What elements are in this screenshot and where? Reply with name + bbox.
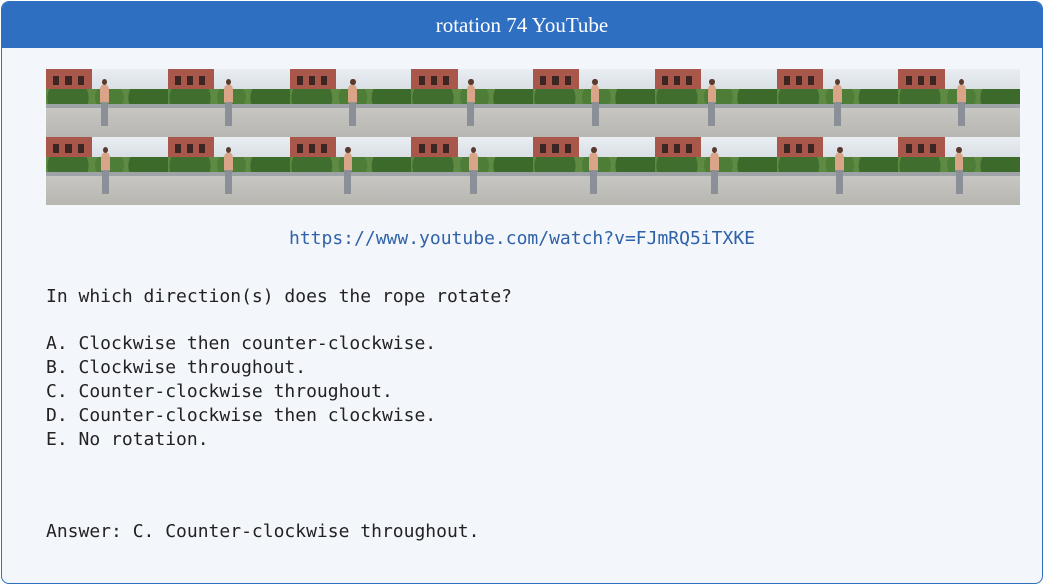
person-figure <box>100 146 111 195</box>
video-frame-strip <box>46 69 1020 205</box>
video-frame-thumbnail <box>898 69 1020 137</box>
person-figure <box>465 78 476 127</box>
video-frame-thumbnail <box>411 137 533 205</box>
video-frame-thumbnail <box>898 137 1020 205</box>
question-card: rotation 74 YouTube https://www.youtube.… <box>1 1 1043 584</box>
person-figure <box>706 78 717 127</box>
person-figure <box>342 146 353 195</box>
card-header: rotation 74 YouTube <box>2 2 1042 48</box>
option-a: A. Clockwise then counter-clockwise. <box>46 333 437 354</box>
question-text: In which direction(s) does the rope rota… <box>46 286 512 307</box>
person-figure <box>468 146 479 195</box>
person-figure <box>347 78 358 127</box>
video-frame-thumbnail <box>654 69 777 137</box>
video-frame-thumbnail <box>533 69 655 137</box>
option-b: B. Clockwise throughout. <box>46 357 307 378</box>
video-frame-thumbnail <box>654 137 777 205</box>
video-frame-thumbnail <box>167 137 290 205</box>
person-figure <box>709 146 720 195</box>
person-figure <box>954 146 965 195</box>
person-figure <box>590 78 601 127</box>
card-body: https://www.youtube.com/watch?v=FJmRQ5iT… <box>2 48 1042 583</box>
video-link[interactable]: https://www.youtube.com/watch?v=FJmRQ5iT… <box>2 228 1042 249</box>
person-figure <box>834 146 845 195</box>
video-frame-thumbnail <box>411 69 533 137</box>
option-e: E. No rotation. <box>46 429 209 450</box>
card-title: rotation 74 YouTube <box>435 12 609 37</box>
option-c: C. Counter-clockwise throughout. <box>46 381 393 402</box>
person-figure <box>223 146 234 195</box>
option-d: D. Counter-clockwise then clockwise. <box>46 405 437 426</box>
person-figure <box>99 78 110 127</box>
video-frame-thumbnail <box>776 69 899 137</box>
video-frame-thumbnail <box>167 69 290 137</box>
person-figure <box>588 146 599 195</box>
video-frame-thumbnail <box>289 69 412 137</box>
person-figure <box>956 78 967 127</box>
person-figure <box>223 78 234 127</box>
answer-text: Answer: C. Counter-clockwise throughout. <box>46 521 480 542</box>
video-link-text[interactable]: https://www.youtube.com/watch?v=FJmRQ5iT… <box>289 228 755 249</box>
person-figure <box>832 78 843 127</box>
video-frame-thumbnail <box>46 69 168 137</box>
answer-options: A. Clockwise then counter-clockwise. B. … <box>46 332 436 452</box>
video-frame-thumbnail <box>776 137 899 205</box>
video-frame-thumbnail <box>289 137 412 205</box>
video-frame-thumbnail <box>533 137 655 205</box>
video-frame-thumbnail <box>46 137 168 205</box>
